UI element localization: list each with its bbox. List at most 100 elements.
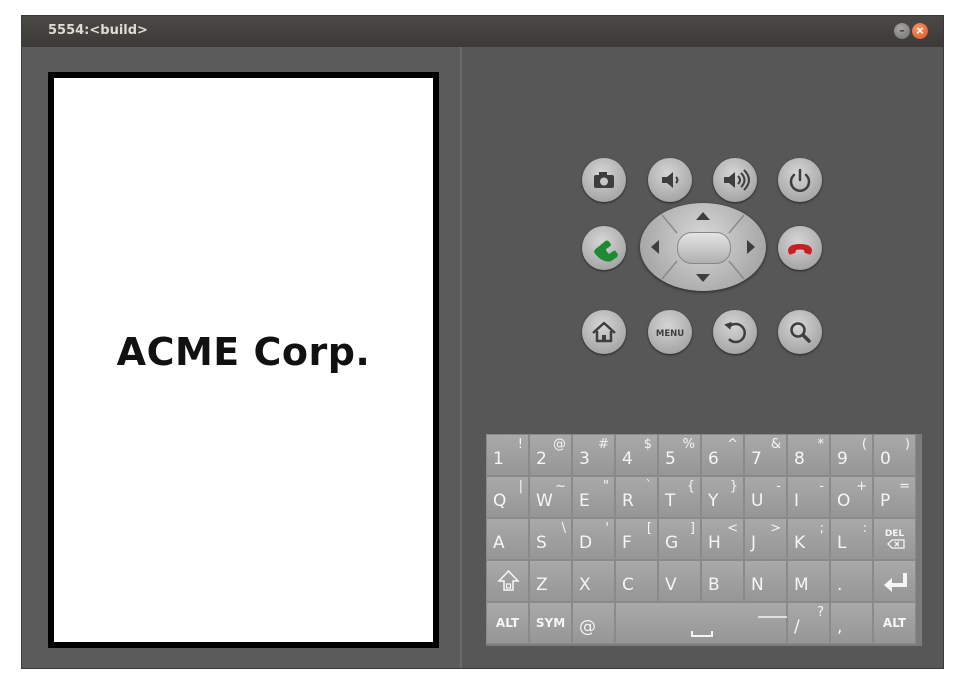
enter-key[interactable] bbox=[873, 560, 916, 602]
volume-down-button[interactable] bbox=[648, 158, 692, 202]
slash-key[interactable]: /? bbox=[787, 602, 830, 644]
close-button[interactable]: × bbox=[912, 23, 928, 39]
search-button[interactable] bbox=[778, 310, 822, 354]
alt-left-key[interactable]: ALT bbox=[486, 602, 529, 644]
key-label: 4 bbox=[622, 449, 633, 469]
enter-icon bbox=[884, 573, 907, 592]
end-call-button[interactable] bbox=[778, 226, 822, 270]
key-c[interactable]: C bbox=[615, 560, 658, 602]
key-9[interactable]: 9( bbox=[830, 434, 873, 476]
key-alt-label: ~ bbox=[555, 479, 566, 494]
key-alt-label: ] bbox=[689, 521, 695, 536]
minimize-icon: – bbox=[899, 24, 905, 37]
key-4[interactable]: 4 $ bbox=[615, 434, 658, 476]
emulator-window: 5554:<build> – × ACME Corp. MENU 1 ! 2 @… bbox=[22, 16, 943, 668]
power-button[interactable] bbox=[778, 158, 822, 202]
key-label: L bbox=[837, 533, 847, 553]
key-m[interactable]: M bbox=[787, 560, 830, 602]
call-icon bbox=[594, 240, 618, 262]
key-t[interactable]: T{ bbox=[658, 476, 701, 518]
key-s[interactable]: S \ bbox=[529, 518, 572, 560]
end-call-icon bbox=[788, 244, 812, 255]
dpad-center-button[interactable] bbox=[677, 232, 731, 264]
key-label: V bbox=[665, 575, 677, 595]
device-screen[interactable]: ACME Corp. bbox=[48, 72, 439, 648]
key-f[interactable]: F[ bbox=[615, 518, 658, 560]
comma-key[interactable]: , bbox=[830, 602, 873, 644]
back-button[interactable] bbox=[713, 310, 757, 354]
key-k[interactable]: K; bbox=[787, 518, 830, 560]
menu-label: MENU bbox=[656, 329, 684, 339]
key-label: / bbox=[794, 617, 800, 637]
key-alt-label: + bbox=[856, 479, 867, 494]
key-label: B bbox=[708, 575, 720, 595]
key-8[interactable]: 8 * bbox=[787, 434, 830, 476]
shift-key[interactable] bbox=[486, 560, 529, 602]
at-key[interactable]: @ bbox=[572, 602, 615, 644]
delete-key[interactable]: DEL bbox=[873, 518, 916, 560]
call-button[interactable] bbox=[582, 226, 626, 270]
key-alt-label: * bbox=[817, 437, 825, 452]
key-y[interactable]: Y} bbox=[701, 476, 744, 518]
key-alt-label: & bbox=[770, 437, 781, 452]
key-v[interactable]: V bbox=[658, 560, 701, 602]
key-alt-label: ' bbox=[605, 521, 609, 536]
key-w[interactable]: W ~ bbox=[529, 476, 572, 518]
key-alt-label: ? bbox=[817, 605, 824, 620]
key-label: F bbox=[622, 533, 632, 553]
key-l[interactable]: L: bbox=[830, 518, 873, 560]
period-key[interactable]: . bbox=[830, 560, 873, 602]
key-label: X bbox=[579, 575, 591, 595]
key-7[interactable]: 7 & bbox=[744, 434, 787, 476]
key-6[interactable]: 6 ^ bbox=[701, 434, 744, 476]
key-d[interactable]: D ' bbox=[572, 518, 615, 560]
key-label: D bbox=[579, 533, 593, 553]
key-alt-label: # bbox=[598, 437, 609, 452]
camera-button[interactable] bbox=[582, 158, 626, 202]
key-label: Z bbox=[536, 575, 548, 595]
key-u[interactable]: U- bbox=[744, 476, 787, 518]
volume-up-button[interactable] bbox=[713, 158, 757, 202]
hardware-keyboard: 1! 2 @3 #4 $5% 6 ^ 7 & 8 * 9(0) Q | W ~ E " R ` T{Y} U - I - O + P =… bbox=[486, 434, 922, 646]
key-n[interactable]: N bbox=[744, 560, 787, 602]
key-i[interactable]: I- bbox=[787, 476, 830, 518]
key-h[interactable]: H < bbox=[701, 518, 744, 560]
key-alt-label: ` bbox=[645, 479, 653, 494]
key-alt-label: [ bbox=[646, 521, 652, 536]
key-j[interactable]: J > bbox=[744, 518, 787, 560]
title-bar[interactable]: 5554:<build> – × bbox=[22, 16, 943, 47]
menu-button[interactable]: MENU bbox=[648, 310, 692, 354]
alt-right-key[interactable]: ALT bbox=[873, 602, 916, 644]
key-label: K bbox=[794, 533, 806, 553]
minimize-button[interactable]: – bbox=[894, 23, 910, 39]
key-e[interactable]: E " bbox=[572, 476, 615, 518]
key-b[interactable]: B bbox=[701, 560, 744, 602]
key-0[interactable]: 0) bbox=[873, 434, 916, 476]
key-g[interactable]: G] bbox=[658, 518, 701, 560]
key-alt-label: \ bbox=[561, 521, 566, 536]
key-label: U bbox=[751, 491, 764, 511]
key-alt-label: } bbox=[729, 479, 738, 494]
key-a[interactable]: A bbox=[486, 518, 529, 560]
key-z[interactable]: Z bbox=[529, 560, 572, 602]
key-o[interactable]: O + bbox=[830, 476, 873, 518]
dpad[interactable] bbox=[640, 203, 766, 291]
key-3[interactable]: 3 # bbox=[572, 434, 615, 476]
key-5[interactable]: 5% bbox=[658, 434, 701, 476]
volume-up-icon bbox=[724, 169, 750, 191]
key-2[interactable]: 2 @ bbox=[529, 434, 572, 476]
home-button[interactable] bbox=[582, 310, 626, 354]
sym-key[interactable]: SYM bbox=[529, 602, 572, 644]
camera-icon bbox=[594, 172, 614, 188]
key-x[interactable]: X bbox=[572, 560, 615, 602]
key-label: J bbox=[751, 533, 757, 553]
space-key[interactable] bbox=[615, 602, 787, 644]
home-icon bbox=[592, 321, 616, 343]
key-p[interactable]: P = bbox=[873, 476, 916, 518]
key-1[interactable]: 1! bbox=[486, 434, 529, 476]
key-alt-label: ) bbox=[904, 437, 910, 452]
key-r[interactable]: R ` bbox=[615, 476, 658, 518]
key-label: E bbox=[579, 491, 590, 511]
window-title: 5554:<build> bbox=[48, 23, 148, 38]
key-q[interactable]: Q | bbox=[486, 476, 529, 518]
